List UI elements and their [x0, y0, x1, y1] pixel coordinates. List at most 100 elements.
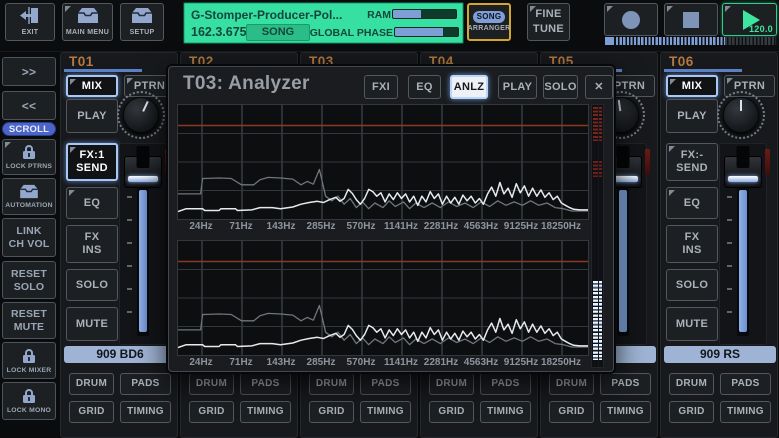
spectrum-plot	[177, 241, 588, 355]
dialog-eq-button[interactable]: EQ	[408, 75, 441, 99]
drum-button[interactable]: DRUM	[429, 373, 474, 395]
timing-button[interactable]: TIMING	[720, 401, 771, 423]
sidebar-item-label: SOLO	[13, 280, 45, 293]
drum-button[interactable]: DRUM	[309, 373, 354, 395]
track-play-button[interactable]: PLAY	[666, 99, 718, 133]
dialog-title: T03: Analyzer	[183, 73, 310, 94]
freq-tick-label: 4563Hz	[463, 221, 499, 232]
mute-button[interactable]: MUTE	[66, 307, 118, 341]
eq-button[interactable]: EQ	[66, 187, 118, 219]
grid-button[interactable]: GRID	[189, 401, 234, 423]
pads-button[interactable]: PADS	[120, 373, 171, 395]
grid-button[interactable]: GRID	[69, 401, 114, 423]
pads-button[interactable]: PADS	[240, 373, 291, 395]
sidebar-item-scroll-mode[interactable]: SCROLL	[2, 122, 56, 136]
play-button[interactable]: 120.0	[722, 3, 777, 36]
main-menu-button[interactable]: MAIN MENU	[62, 3, 113, 41]
global-phase-label: GLOBAL PHASE	[309, 27, 393, 39]
dialog-fxi-button[interactable]: FXI	[364, 75, 398, 99]
drum-button[interactable]: DRUM	[549, 373, 594, 395]
volume-fader[interactable]	[119, 143, 167, 345]
timing-button[interactable]: TIMING	[240, 401, 291, 423]
drum-button[interactable]: DRUM	[69, 373, 114, 395]
song-arranger-button[interactable]: SONG ARRANGER	[467, 3, 511, 41]
dialog-anlz-button[interactable]: ANLZ	[450, 75, 488, 99]
global-phase-meter-fill	[395, 28, 443, 36]
sidebar-item-scroll-right[interactable]: >>	[2, 57, 56, 86]
fx-insert-button[interactable]: FX INS	[666, 225, 718, 263]
grid-button[interactable]: GRID	[549, 401, 594, 423]
track-name[interactable]: 909 BD6	[64, 346, 176, 363]
meter-peak-hold	[593, 161, 602, 177]
fader-handle[interactable]	[724, 146, 762, 188]
fx-send-line1: FX:-	[680, 149, 704, 162]
track-play-button[interactable]: PLAY	[66, 99, 118, 133]
dialog-play-button[interactable]: PLAY	[498, 75, 537, 99]
setup-label: SETUP	[129, 29, 155, 36]
fader-stripe	[728, 176, 758, 182]
dialog-solo-button[interactable]: SOLO	[543, 75, 578, 99]
fader-ticks	[727, 196, 732, 332]
freq-tick-label: 570Hz	[346, 221, 376, 232]
sidebar-item-reset-mute[interactable]: RESET MUTE	[2, 302, 56, 339]
pan-knob[interactable]	[717, 91, 765, 139]
grid-button[interactable]: GRID	[309, 401, 354, 423]
sidebar-item-link-channel-volume[interactable]: LINK CH VOL	[2, 218, 56, 257]
sidebar-item-automation[interactable]: AUTOMATION	[2, 178, 56, 215]
track-name[interactable]: 909 RS	[664, 346, 776, 363]
fx-send-button[interactable]: FX:- SEND	[666, 143, 718, 181]
progress-cap	[605, 37, 614, 45]
timing-button[interactable]: TIMING	[360, 401, 411, 423]
grid-button[interactable]: GRID	[429, 401, 474, 423]
mix-tab[interactable]: MIX	[666, 75, 718, 97]
fx-send-button[interactable]: FX:1 SEND	[66, 143, 118, 181]
sidebar-item-label: RESET	[10, 308, 47, 320]
volume-fader[interactable]	[719, 143, 767, 345]
song-progress-bar[interactable]	[605, 37, 778, 45]
mode-song-button[interactable]: SONG	[246, 24, 310, 41]
sidebar-item-lock-mixer[interactable]: LOCK MIXER	[2, 342, 56, 379]
sidebar-item-scroll-left[interactable]: <<	[2, 91, 56, 120]
pads-button[interactable]: PADS	[360, 373, 411, 395]
timing-button[interactable]: TIMING	[480, 401, 531, 423]
clip-indicator	[645, 149, 650, 175]
mute-button[interactable]: MUTE	[666, 307, 718, 341]
song-pill: SONG	[473, 10, 505, 23]
sidebar-item-reset-solo[interactable]: RESET SOLO	[2, 261, 56, 299]
drum-button[interactable]: DRUM	[189, 373, 234, 395]
solo-button[interactable]: SOLO	[66, 269, 118, 301]
exit-label: EXIT	[21, 29, 39, 36]
fx-insert-button[interactable]: FX INS	[66, 225, 118, 263]
record-button[interactable]	[604, 3, 658, 36]
fx-send-line1: FX:1	[79, 149, 105, 162]
sidebar-item-lock-patterns[interactable]: LOCK PTRNS	[2, 139, 56, 175]
dialog-close-button[interactable]: ✕	[585, 75, 613, 99]
setup-button[interactable]: SETUP	[120, 3, 164, 41]
exit-button[interactable]: EXIT	[5, 3, 55, 41]
ram-meter	[392, 9, 457, 19]
eq-button[interactable]: EQ	[666, 187, 718, 219]
exit-door-icon	[20, 6, 40, 27]
timing-button[interactable]: TIMING	[120, 401, 171, 423]
stop-button[interactable]	[664, 3, 718, 36]
grid-button[interactable]: GRID	[669, 401, 714, 423]
song-position: 162.3.675	[191, 25, 247, 39]
solo-button[interactable]: SOLO	[666, 269, 718, 301]
freq-tick-label: 2281Hz	[423, 221, 459, 232]
mix-tab[interactable]: MIX	[66, 75, 118, 97]
knob-dial	[123, 97, 159, 133]
freq-tick-label: 18250Hz	[540, 357, 582, 368]
fader-grip	[136, 146, 150, 168]
track-title: T06	[669, 54, 694, 69]
drum-button[interactable]: DRUM	[669, 373, 714, 395]
timing-button[interactable]: TIMING	[600, 401, 651, 423]
pan-knob[interactable]	[117, 91, 165, 139]
fader-handle[interactable]	[124, 146, 162, 188]
pads-button[interactable]: PADS	[600, 373, 651, 395]
knob-dial	[723, 97, 759, 133]
sidebar-item-lock-mono[interactable]: LOCK MONO	[2, 382, 56, 420]
freq-tick-label: 24Hz	[189, 221, 213, 232]
pads-button[interactable]: PADS	[480, 373, 531, 395]
pads-button[interactable]: PADS	[720, 373, 771, 395]
fine-tune-button[interactable]: FINE TUNE	[527, 3, 570, 41]
